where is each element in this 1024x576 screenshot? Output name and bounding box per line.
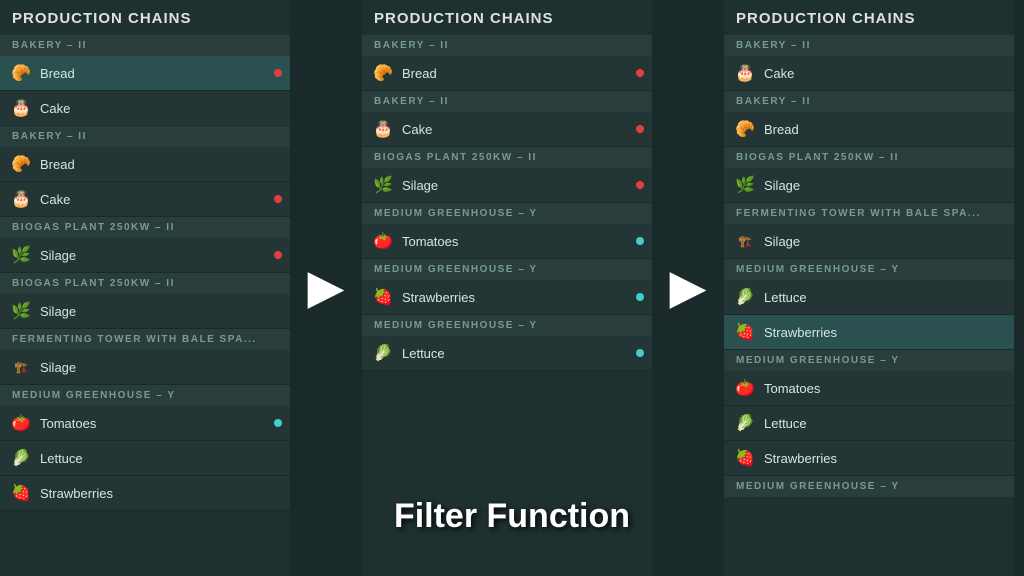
list-item[interactable]: 🍅 Tomatoes (362, 224, 652, 259)
list-item[interactable]: 🥬 Lettuce (724, 406, 1014, 441)
list-item[interactable]: 🏗️ Silage (0, 350, 290, 385)
bread-icon: 🥐 (10, 153, 32, 175)
cake-icon: 🎂 (372, 118, 394, 140)
silage-icon: 🌿 (10, 300, 32, 322)
section-header-fermenting: FERMENTING TOWER WITH BALE SPA... (724, 203, 1014, 224)
list-item[interactable]: 🥐 Bread (724, 112, 1014, 147)
panel-3-title: PRODUCTION CHAINS (724, 0, 1014, 35)
bread-icon: 🥐 (372, 62, 394, 84)
section-header: BIOGAS PLANT 250KW – II (362, 147, 652, 168)
dot-cyan (636, 293, 644, 301)
list-item[interactable]: 🍓 Strawberries (724, 441, 1014, 476)
list-item[interactable]: 🎂 Cake (724, 56, 1014, 91)
dot-red (274, 251, 282, 259)
section-header: BIOGAS PLANT 250KW – II (0, 217, 290, 238)
strawberry-icon: 🍓 (10, 482, 32, 504)
section-header: MEDIUM GREENHOUSE – Y (0, 385, 290, 406)
dot-red (274, 195, 282, 203)
list-item[interactable]: 🌿 Silage (0, 294, 290, 329)
section-header: MEDIUM GREENHOUSE – Y (724, 476, 1014, 497)
section-header: MEDIUM GREENHOUSE – Y (724, 259, 1014, 280)
list-item[interactable]: 🥬 Lettuce (724, 280, 1014, 315)
arrow-1-container: ▶ (290, 0, 362, 576)
arrow-2-icon: ▶ (670, 264, 707, 312)
lettuce-icon: 🥬 (10, 447, 32, 469)
list-item[interactable]: 🥬 Lettuce (362, 336, 652, 371)
section-header: BAKERY – II (362, 35, 652, 56)
section-header: BAKERY – II (724, 91, 1014, 112)
cake-icon: 🎂 (734, 62, 756, 84)
section-header: BIOGAS PLANT 250KW – II (724, 147, 1014, 168)
dot-red (636, 125, 644, 133)
strawberry-icon: 🍓 (734, 321, 756, 343)
list-item[interactable]: 🍓 Strawberries (0, 476, 290, 511)
strawberry-icon: 🍓 (734, 447, 756, 469)
cake-icon: 🎂 (10, 188, 32, 210)
list-item[interactable]: 🎂 Cake (362, 112, 652, 147)
list-item[interactable]: 🌿 Silage (0, 238, 290, 273)
tomato-icon: 🍅 (734, 377, 756, 399)
list-item[interactable]: 🥐 Bread (0, 147, 290, 182)
section-header: MEDIUM GREENHOUSE – Y (362, 203, 652, 224)
silage-icon: 🌿 (372, 174, 394, 196)
lettuce-icon: 🥬 (734, 286, 756, 308)
list-item[interactable]: 🥐 Bread (362, 56, 652, 91)
dot-red (636, 181, 644, 189)
tomato-icon: 🍅 (10, 412, 32, 434)
list-item[interactable]: 🌿 Silage (724, 168, 1014, 203)
cake-icon: 🎂 (10, 97, 32, 119)
dot-red (636, 69, 644, 77)
bread-icon: 🥐 (10, 62, 32, 84)
list-item[interactable]: 🌿 Silage (362, 168, 652, 203)
section-header: BIOGAS PLANT 250KW – II (0, 273, 290, 294)
section-header: MEDIUM GREENHOUSE – Y (724, 350, 1014, 371)
panel-2: PRODUCTION CHAINS BAKERY – II 🥐 Bread BA… (362, 0, 652, 576)
dot-red (274, 69, 282, 77)
silage-icon: 🌿 (734, 174, 756, 196)
list-item[interactable]: 🎂 Cake (0, 91, 290, 126)
list-item[interactable]: 🍅 Tomatoes (0, 406, 290, 441)
section-header: BAKERY – II (724, 35, 1014, 56)
strawberry-icon: 🍓 (372, 286, 394, 308)
list-item[interactable]: 🥐 Bread (0, 56, 290, 91)
dot-cyan (636, 349, 644, 357)
list-item[interactable]: 🍓 Strawberries (362, 280, 652, 315)
lettuce-icon: 🥬 (372, 342, 394, 364)
arrow-2-container: ▶ (652, 0, 724, 576)
panel-2-title: PRODUCTION CHAINS (362, 0, 652, 35)
section-header: BAKERY – II (0, 126, 290, 147)
silage-tower-icon: 🏗️ (10, 356, 32, 378)
dot-cyan (636, 237, 644, 245)
list-item[interactable]: 🥬 Lettuce (0, 441, 290, 476)
section-header-fermenting: FERMENTING TOWER WITH BALE SPA... (0, 329, 290, 350)
list-item[interactable]: 🍅 Tomatoes (724, 371, 1014, 406)
silage-tower-icon: 🏗️ (734, 230, 756, 252)
silage-icon: 🌿 (10, 244, 32, 266)
list-item[interactable]: 🍓 Strawberries (724, 315, 1014, 350)
dot-cyan (274, 419, 282, 427)
list-item[interactable]: 🎂 Cake (0, 182, 290, 217)
section-header: BAKERY – II (0, 35, 290, 56)
tomato-icon: 🍅 (372, 230, 394, 252)
section-header: BAKERY – II (362, 91, 652, 112)
section-header: MEDIUM GREENHOUSE – Y (362, 315, 652, 336)
section-header: MEDIUM GREENHOUSE – Y (362, 259, 652, 280)
lettuce-icon: 🥬 (734, 412, 756, 434)
arrow-1-icon: ▶ (308, 264, 345, 312)
main-layout: PRODUCTION CHAINS BAKERY – II 🥐 Bread 🎂 … (0, 0, 1024, 576)
filter-function-label: Filter Function (394, 497, 630, 535)
panel-1-title: PRODUCTION CHAINS (0, 0, 290, 35)
panel-1: PRODUCTION CHAINS BAKERY – II 🥐 Bread 🎂 … (0, 0, 290, 576)
bread-icon: 🥐 (734, 118, 756, 140)
panel-3: PRODUCTION CHAINS BAKERY – II 🎂 Cake BAK… (724, 0, 1014, 576)
list-item[interactable]: 🏗️ Silage (724, 224, 1014, 259)
